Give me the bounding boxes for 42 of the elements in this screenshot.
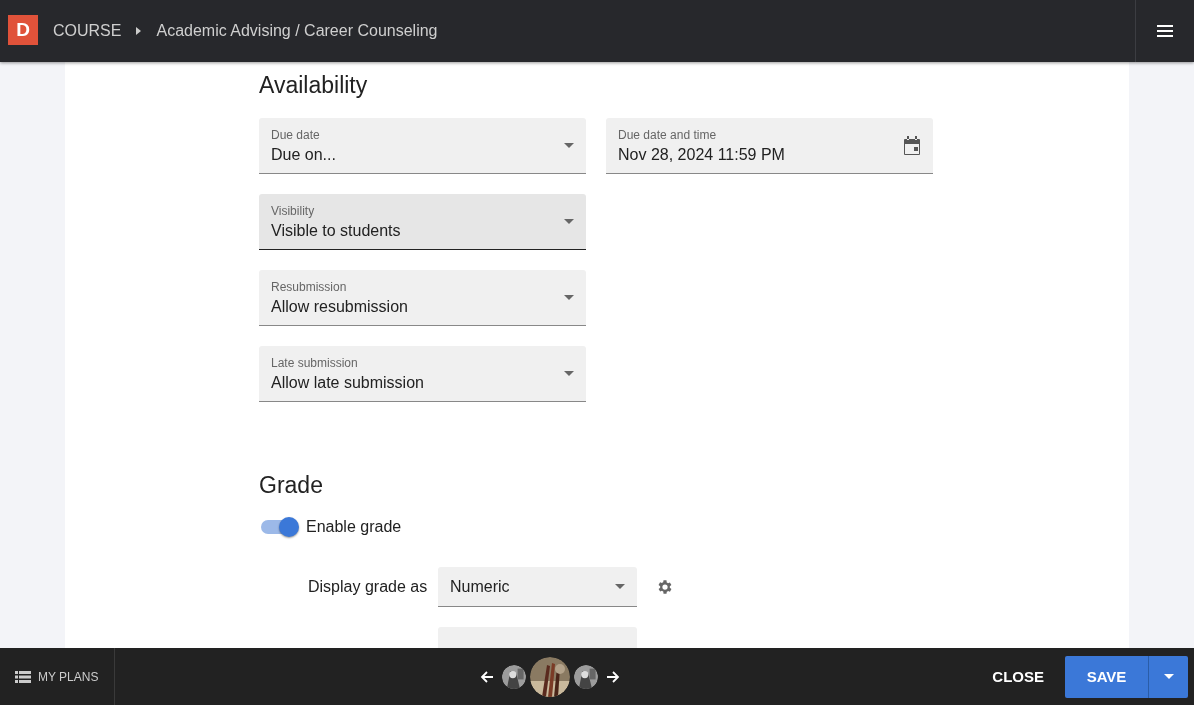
field-label: Due date and time [618, 127, 718, 142]
field-label: Late submission [271, 355, 359, 370]
logo[interactable]: D [8, 15, 38, 45]
field-label: Display grade as [308, 578, 429, 596]
my-plans-link[interactable]: MY PLANS [0, 648, 115, 705]
field-value: Allow resubmission [271, 297, 409, 316]
dropdown-field[interactable]: Resubmission Allow resubmission [259, 270, 586, 326]
left-arrow-icon[interactable] [479, 669, 493, 684]
toggle-switch[interactable] [261, 520, 297, 534]
close-button[interactable]: CLOSE [971, 655, 1065, 698]
caret-icon [564, 371, 574, 376]
field-value: Numeric [450, 577, 510, 596]
section-heading: Grade [259, 472, 324, 499]
dropdown-button[interactable] [1148, 655, 1188, 698]
dropdown-field[interactable]: Due date Due on... [259, 118, 586, 174]
breadcrumb-link[interactable]: Academic Advising / Career Counseling [156, 22, 438, 40]
caret-icon [564, 143, 574, 148]
field-value: Due on... [271, 145, 337, 164]
caret-icon [564, 295, 574, 300]
field-value: Visible to students [271, 221, 402, 240]
right-arrow-icon[interactable] [607, 669, 621, 684]
field-value: Allow late submission [271, 373, 425, 392]
caret-icon [564, 219, 574, 224]
caret-icon [615, 584, 625, 589]
calendar-icon [903, 135, 921, 156]
dropdown-field[interactable]: Visibility Visible to students [259, 194, 586, 250]
save-button[interactable]: SAVE [1065, 655, 1148, 698]
gear-icon [656, 578, 674, 596]
toggle-label: Enable grade [306, 518, 402, 536]
breadcrumb-link[interactable]: COURSE [53, 22, 122, 40]
section-heading: Availability [259, 72, 369, 99]
caret-icon [1163, 674, 1174, 679]
chevron-icon [136, 27, 142, 35]
list-icon [15, 670, 31, 683]
menu-icon[interactable] [1157, 25, 1173, 37]
field-label: Resubmission [271, 279, 348, 294]
dropdown-field[interactable]: Numeric [438, 567, 637, 607]
field-label: Due date [271, 127, 321, 142]
field-value: Nov 28, 2024 11:59 PM [618, 145, 786, 164]
field-label: Visibility [271, 203, 316, 218]
date-field[interactable]: Due date and time Nov 28, 2024 11:59 PM [606, 118, 933, 174]
dropdown-field[interactable]: Late submission Allow late submission [259, 346, 586, 402]
